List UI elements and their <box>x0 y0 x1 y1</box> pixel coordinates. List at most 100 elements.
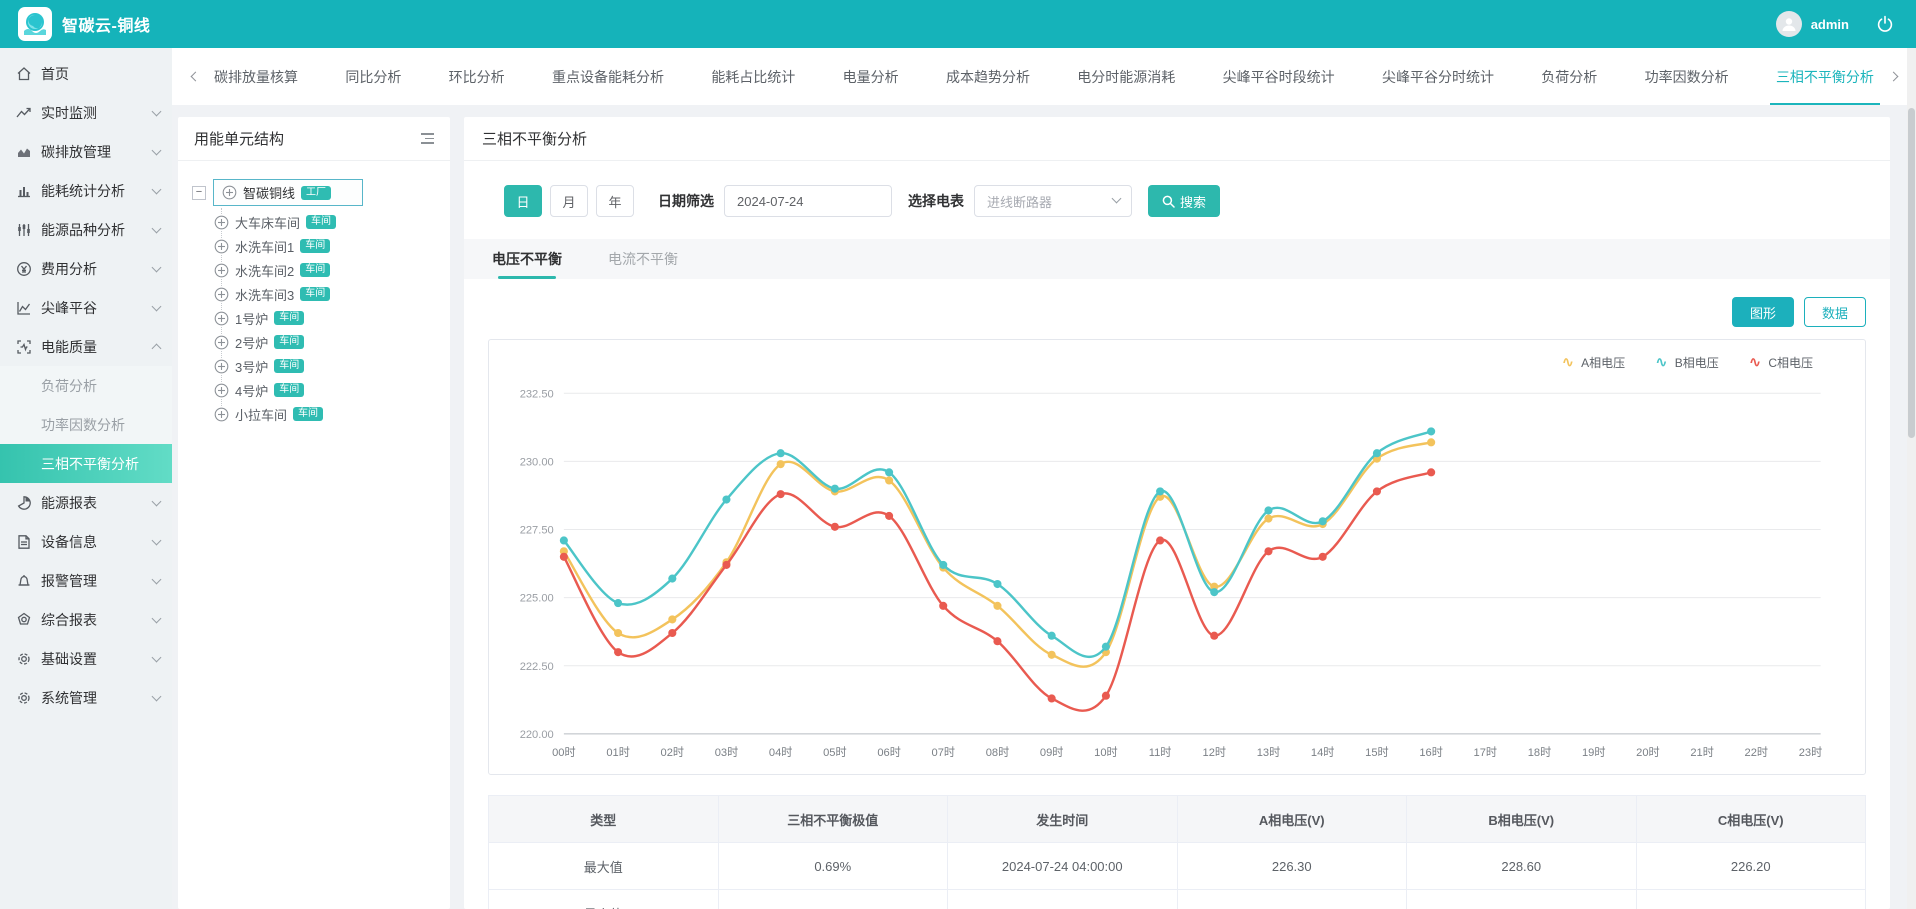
voltage-line-chart[interactable]: 232.50230.00227.50225.00222.50220.0000时0… <box>499 371 1847 768</box>
tab-功率因数分析[interactable]: 功率因数分析 <box>1645 48 1729 105</box>
period-button-月[interactable]: 月 <box>550 185 588 217</box>
tree-node-1号炉[interactable]: 1号炉车间 <box>214 306 440 330</box>
svg-text:10时: 10时 <box>1094 746 1118 759</box>
sidebar-item-label: 尖峰平谷 <box>41 298 153 318</box>
sidebar-item-电能质量[interactable]: 电能质量 <box>0 327 172 366</box>
sidebar-item-能源品种分析[interactable]: 能源品种分析 <box>0 210 172 249</box>
view-button-数据[interactable]: 数据 <box>1804 297 1866 327</box>
tree-node-name: 水洗车间1 <box>235 237 294 256</box>
svg-text:232.50: 232.50 <box>520 388 554 400</box>
svg-text:16时: 16时 <box>1419 746 1443 759</box>
sidebar-item-设备信息[interactable]: 设备信息 <box>0 522 172 561</box>
sidebar-item-label: 首页 <box>41 64 160 84</box>
sidebar-item-label: 设备信息 <box>41 532 153 552</box>
sidebar-item-基础设置[interactable]: 基础设置 <box>0 639 172 678</box>
table-row: 最大值0.69%2024-07-24 04:00:00226.30228.602… <box>489 843 1866 890</box>
table-header-B相电压(V): B相电压(V) <box>1407 796 1637 843</box>
page-scrollbar-thumb[interactable] <box>1908 108 1915 438</box>
tree-collapse-toggle[interactable]: − <box>192 186 206 200</box>
tree-node-水洗车间3[interactable]: 水洗车间3车间 <box>214 282 440 306</box>
table-cell: 2024-07-24 01:00:00 <box>948 890 1178 909</box>
power-quality-icon <box>16 339 32 355</box>
chevron-down-icon <box>152 535 162 545</box>
table-cell: 0.18% <box>718 890 948 909</box>
tree-root-name: 智碳铜线 <box>243 183 295 202</box>
tabs-scroll-right-icon[interactable] <box>1884 48 1902 105</box>
tab-碳排放量核算[interactable]: 碳排放量核算 <box>214 48 298 105</box>
subtab-电流不平衡[interactable]: 电流不平衡 <box>608 239 678 279</box>
sidebar-item-首页[interactable]: 首页 <box>0 54 172 93</box>
workshop-badge: 车间 <box>300 263 330 277</box>
sidebar: 首页实时监测碳排放管理能耗统计分析能源品种分析费用分析尖峰平谷电能质量负荷分析功… <box>0 48 172 909</box>
svg-text:07时: 07时 <box>932 746 956 759</box>
tab-环比分析[interactable]: 环比分析 <box>449 48 505 105</box>
svg-text:15时: 15时 <box>1365 746 1389 759</box>
subtab-电压不平衡[interactable]: 电压不平衡 <box>492 239 562 279</box>
legend-item-A相电压[interactable]: ∿A相电压 <box>1562 354 1626 371</box>
sidebar-item-实时监测[interactable]: 实时监测 <box>0 93 172 132</box>
meter-select-value: 进线断路器 <box>987 192 1052 211</box>
table-cell: 2024-07-24 04:00:00 <box>948 843 1178 890</box>
legend-item-C相电压[interactable]: ∿C相电压 <box>1749 354 1813 371</box>
bell-icon <box>16 573 32 589</box>
chevron-down-icon <box>152 223 162 233</box>
tree-node-水洗车间1[interactable]: 水洗车间1车间 <box>214 234 440 258</box>
table-cell: 227.10 <box>1177 890 1407 909</box>
trend-icon <box>16 105 32 121</box>
sidebar-item-报警管理[interactable]: 报警管理 <box>0 561 172 600</box>
tab-电分时能源消耗[interactable]: 电分时能源消耗 <box>1077 48 1175 105</box>
tree-node-4号炉[interactable]: 4号炉车间 <box>214 378 440 402</box>
tab-成本趋势分析[interactable]: 成本趋势分析 <box>946 48 1030 105</box>
meter-select[interactable]: 进线断路器 <box>974 185 1132 217</box>
search-button[interactable]: 搜索 <box>1148 185 1220 217</box>
chevron-down-icon <box>152 691 162 701</box>
legend-item-B相电压[interactable]: ∿B相电压 <box>1655 354 1719 371</box>
tree-root-node[interactable]: 智碳铜线工厂 <box>213 179 363 206</box>
tabs-scroll-left-icon[interactable] <box>186 48 204 105</box>
app-header: 智碳云-铜线 admin <box>0 0 1916 48</box>
svg-text:14时: 14时 <box>1311 746 1335 759</box>
period-button-日[interactable]: 日 <box>504 185 542 217</box>
svg-text:06时: 06时 <box>877 746 901 759</box>
svg-text:19时: 19时 <box>1582 746 1606 759</box>
sidebar-item-综合报表[interactable]: 综合报表 <box>0 600 172 639</box>
sidebar-item-尖峰平谷[interactable]: 尖峰平谷 <box>0 288 172 327</box>
sidebar-item-能耗统计分析[interactable]: 能耗统计分析 <box>0 171 172 210</box>
svg-text:230.00: 230.00 <box>520 456 554 468</box>
tree-node-2号炉[interactable]: 2号炉车间 <box>214 330 440 354</box>
tab-重点设备能耗分析[interactable]: 重点设备能耗分析 <box>552 48 664 105</box>
chevron-down-icon <box>152 613 162 623</box>
tree-node-大车床车间[interactable]: 大车床车间车间 <box>214 210 440 234</box>
tab-电量分析[interactable]: 电量分析 <box>843 48 899 105</box>
sidebar-subitem-负荷分析[interactable]: 负荷分析 <box>0 366 172 405</box>
tab-三相不平衡分析[interactable]: 三相不平衡分析 <box>1776 48 1874 105</box>
chevron-down-icon <box>152 262 162 272</box>
tab-负荷分析[interactable]: 负荷分析 <box>1541 48 1597 105</box>
tab-同比分析[interactable]: 同比分析 <box>345 48 401 105</box>
tree-node-3号炉[interactable]: 3号炉车间 <box>214 354 440 378</box>
user-area: admin <box>1776 11 1898 37</box>
candle-chart-icon <box>16 222 32 238</box>
tree-node-水洗车间2[interactable]: 水洗车间2车间 <box>214 258 440 282</box>
sidebar-item-费用分析[interactable]: 费用分析 <box>0 249 172 288</box>
tab-尖峰平谷分时统计[interactable]: 尖峰平谷分时统计 <box>1382 48 1494 105</box>
sidebar-item-系统管理[interactable]: 系统管理 <box>0 678 172 717</box>
period-button-年[interactable]: 年 <box>596 185 634 217</box>
avatar[interactable] <box>1776 11 1802 37</box>
tab-能耗占比统计[interactable]: 能耗占比统计 <box>711 48 795 105</box>
line-chart-icon <box>16 300 32 316</box>
sidebar-item-碳排放管理[interactable]: 碳排放管理 <box>0 132 172 171</box>
username[interactable]: admin <box>1811 17 1849 32</box>
svg-text:12时: 12时 <box>1203 746 1227 759</box>
logout-power-icon[interactable] <box>1872 11 1898 37</box>
meter-select-label: 选择电表 <box>908 191 964 211</box>
sidebar-subitem-功率因数分析[interactable]: 功率因数分析 <box>0 405 172 444</box>
sidebar-item-能源报表[interactable]: 能源报表 <box>0 483 172 522</box>
view-button-图形[interactable]: 图形 <box>1732 297 1794 327</box>
chart-card: ∿A相电压∿B相电压∿C相电压 232.50230.00227.50225.00… <box>488 339 1866 775</box>
sidebar-subitem-三相不平衡分析[interactable]: 三相不平衡分析 <box>0 444 172 483</box>
tab-尖峰平谷时段统计[interactable]: 尖峰平谷时段统计 <box>1223 48 1335 105</box>
date-input[interactable] <box>724 185 892 217</box>
tree-node-小拉车间[interactable]: 小拉车间车间 <box>214 402 440 426</box>
tree-collapse-icon[interactable] <box>421 133 434 144</box>
